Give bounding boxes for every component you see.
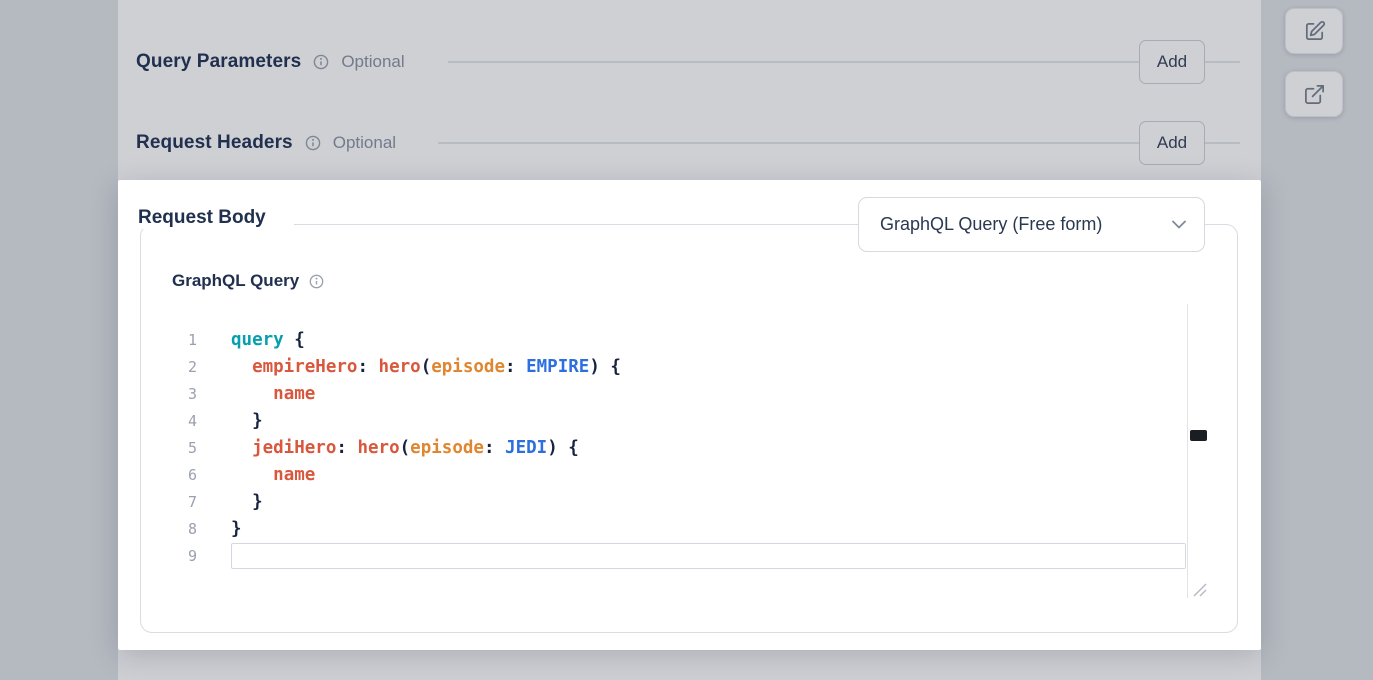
request-body-title: Request Body [138,207,294,229]
graphql-query-fieldset: GraphQL Query 123456789 query { empireHe… [140,224,1238,633]
body-type-select[interactable]: GraphQL Query (Free form) [858,197,1205,252]
graphql-code-editor[interactable]: query { empireHero: hero(episode: EMPIRE… [231,327,1187,570]
resize-handle-icon[interactable] [1193,583,1207,597]
line-number: 3 [161,381,197,408]
editor-scrollbar[interactable] [1187,304,1208,598]
code-line[interactable]: jediHero: hero(episode: JEDI) { [231,435,1187,462]
graphql-query-label: GraphQL Query [172,271,299,291]
line-number: 2 [161,354,197,381]
request-body-panel: Request Body GraphQL Query (Free form) G… [118,180,1261,650]
code-line[interactable]: } [231,516,1187,543]
line-number: 5 [161,435,197,462]
body-type-selected-value: GraphQL Query (Free form) [880,214,1102,235]
info-icon [309,274,324,289]
line-number: 1 [161,327,197,354]
code-line[interactable]: name [231,381,1187,408]
line-number: 4 [161,408,197,435]
line-number: 7 [161,489,197,516]
code-line[interactable]: } [231,408,1187,435]
code-line[interactable]: } [231,489,1187,516]
line-number: 9 [161,543,197,570]
line-number-gutter: 123456789 [161,327,197,570]
line-number: 8 [161,516,197,543]
code-line[interactable]: name [231,462,1187,489]
chevron-down-icon [1172,220,1186,229]
code-line[interactable]: query { [231,327,1187,354]
code-line[interactable]: empireHero: hero(episode: EMPIRE) { [231,354,1187,381]
cursor-line-indicator [231,543,1186,569]
line-number: 6 [161,462,197,489]
scrollbar-thumb[interactable] [1190,430,1207,441]
